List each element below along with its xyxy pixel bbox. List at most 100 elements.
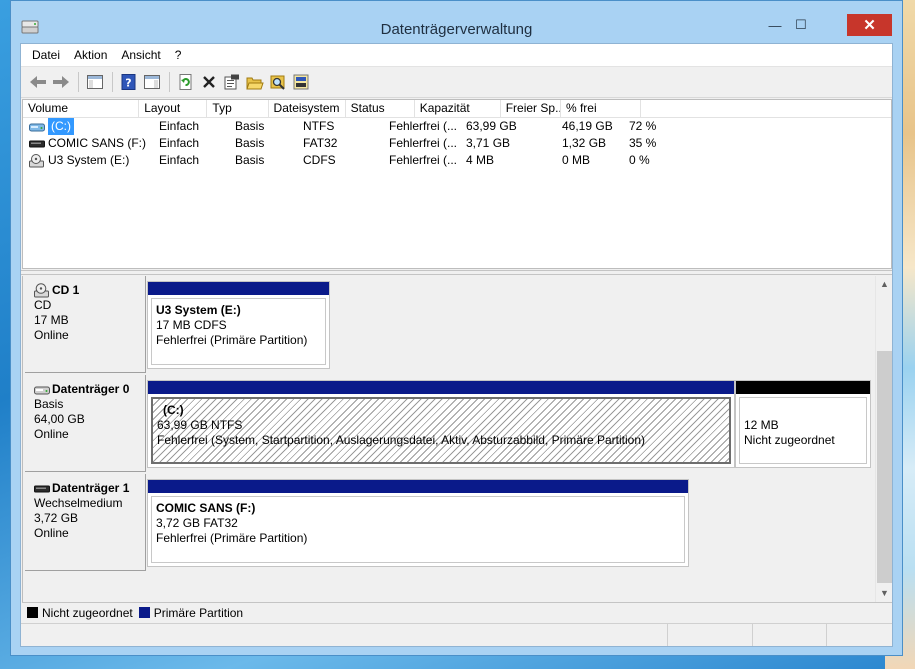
typ-cell: Basis bbox=[235, 153, 265, 167]
typ-cell: Basis bbox=[235, 119, 265, 133]
disk-name: Datenträger 0 bbox=[52, 382, 130, 396]
disk-row-cd1: CD 1 CD 17 MB Online U3 System (E:) 17 M… bbox=[23, 276, 876, 374]
typ-cell: Basis bbox=[235, 136, 265, 150]
disk-type: Basis bbox=[34, 397, 64, 411]
partition-title: U3 System (E:) bbox=[156, 303, 241, 317]
scroll-up-icon[interactable]: ▲ bbox=[876, 276, 893, 293]
help-icon[interactable]: ? bbox=[118, 71, 140, 93]
title-bar[interactable]: Datenträgerverwaltung — ☐ ✕ bbox=[11, 1, 902, 41]
partition-info: 12 MB bbox=[744, 418, 779, 432]
partition-u3-system[interactable]: U3 System (E:) 17 MB CDFS Fehlerfrei (Pr… bbox=[147, 281, 330, 369]
refresh-icon[interactable] bbox=[175, 71, 197, 93]
disk-size: 3,72 GB bbox=[34, 511, 79, 525]
disk-label-disk1[interactable]: Datenträger 1 Wechselmedium 3,72 GB Onli… bbox=[25, 474, 146, 571]
status-cell: Fehlerfrei (... bbox=[389, 119, 458, 133]
show-hide-action-pane-icon[interactable] bbox=[141, 71, 163, 93]
properties-icon[interactable] bbox=[221, 71, 243, 93]
column-volume[interactable]: Volume bbox=[23, 100, 140, 118]
partition-status: Fehlerfrei (System, Startpartition, Ausl… bbox=[157, 433, 645, 447]
disk-settings-icon[interactable] bbox=[290, 71, 312, 93]
cd-drive-icon bbox=[29, 153, 44, 167]
menu-help[interactable]: ? bbox=[168, 44, 189, 67]
column-layout[interactable]: Layout bbox=[139, 100, 208, 118]
status-cell bbox=[668, 624, 753, 646]
explore-icon[interactable] bbox=[267, 71, 289, 93]
partition-body: 12 MB Nicht zugeordnet bbox=[739, 397, 867, 464]
disk-size: 17 MB bbox=[34, 313, 69, 327]
partition-comic-sans[interactable]: COMIC SANS (F:) 3,72 GB FAT32 Fehlerfrei… bbox=[147, 479, 689, 567]
column-kapazitaet[interactable]: Kapazität bbox=[415, 100, 501, 118]
volume-name: (C:) bbox=[48, 118, 74, 135]
disk-state: Online bbox=[34, 526, 69, 540]
open-icon[interactable] bbox=[244, 71, 266, 93]
forward-icon[interactable] bbox=[50, 71, 72, 93]
hard-disk-icon bbox=[34, 386, 50, 394]
column-empty bbox=[641, 100, 891, 118]
table-row[interactable]: (C:) Einfach Basis NTFS Fehlerfrei (... … bbox=[23, 118, 891, 135]
column-status[interactable]: Status bbox=[346, 100, 415, 118]
volume-list-header: Volume Layout Typ Dateisystem Status Kap… bbox=[23, 100, 891, 118]
disk-label-disk0[interactable]: Datenträger 0 Basis 64,00 GB Online bbox=[25, 375, 146, 472]
menu-aktion[interactable]: Aktion bbox=[67, 44, 114, 67]
freier-speicher-cell: 46,19 GB bbox=[562, 119, 613, 133]
primary-partition-bar bbox=[148, 480, 688, 493]
removable-disk-icon bbox=[34, 485, 50, 492]
freier-speicher-cell: 1,32 GB bbox=[562, 136, 607, 150]
column-dateisystem[interactable]: Dateisystem bbox=[269, 100, 346, 118]
partition-status: Nicht zugeordnet bbox=[744, 433, 835, 447]
scroll-thumb[interactable] bbox=[877, 351, 892, 583]
volume-name: U3 System (E:) bbox=[48, 153, 130, 167]
removable-disk-icon bbox=[29, 140, 45, 147]
partition-info: 3,72 GB FAT32 bbox=[156, 516, 238, 530]
partition-unallocated[interactable]: 12 MB Nicht zugeordnet bbox=[735, 380, 871, 468]
prozent-frei-cell: 0 % bbox=[629, 153, 650, 167]
column-typ[interactable]: Typ bbox=[207, 100, 269, 118]
disk-title: CD 1 bbox=[34, 283, 145, 298]
table-row[interactable]: U3 System (E:) Einfach Basis CDFS Fehler… bbox=[23, 152, 891, 169]
status-cell-main bbox=[21, 624, 668, 646]
back-icon[interactable] bbox=[27, 71, 49, 93]
primary-partition-bar bbox=[148, 381, 734, 394]
column-freier-speicher[interactable]: Freier Sp... bbox=[501, 100, 561, 118]
status-cell bbox=[827, 624, 892, 646]
disk-title: Datenträger 1 bbox=[34, 481, 145, 496]
legend: Nicht zugeordnet Primäre Partition bbox=[22, 602, 892, 622]
dateisystem-cell: NTFS bbox=[303, 119, 335, 133]
disk-type: Wechselmedium bbox=[34, 496, 123, 510]
partition-status: Fehlerfrei (Primäre Partition) bbox=[156, 333, 308, 347]
column-prozent-frei[interactable]: % frei bbox=[561, 100, 641, 118]
partition-info: 17 MB CDFS bbox=[156, 318, 227, 332]
layout-cell: Einfach bbox=[159, 119, 200, 133]
partition-body: COMIC SANS (F:) 3,72 GB FAT32 Fehlerfrei… bbox=[151, 496, 685, 563]
menu-datei[interactable]: Datei bbox=[25, 44, 67, 67]
legend-swatch-primary bbox=[138, 607, 150, 618]
menu-ansicht[interactable]: Ansicht bbox=[114, 44, 167, 67]
volume-name: COMIC SANS (F:) bbox=[48, 136, 146, 150]
layout-cell: Einfach bbox=[159, 136, 200, 150]
prozent-frei-cell: 35 % bbox=[629, 136, 657, 150]
disk-state: Online bbox=[34, 427, 69, 441]
table-row[interactable]: COMIC SANS (F:) Einfach Basis FAT32 Fehl… bbox=[23, 135, 891, 152]
scroll-down-icon[interactable]: ▼ bbox=[876, 585, 893, 602]
disk-state: Online bbox=[34, 328, 69, 342]
volume-cell[interactable]: COMIC SANS (F:) bbox=[23, 135, 153, 152]
close-button[interactable]: ✕ bbox=[847, 14, 892, 36]
unallocated-bar bbox=[736, 381, 870, 394]
legend-swatch-unallocated bbox=[27, 607, 38, 618]
legend-unallocated: Nicht zugeordnet bbox=[27, 606, 133, 620]
disk-label-cd1[interactable]: CD 1 CD 17 MB Online bbox=[25, 276, 146, 373]
vertical-scrollbar[interactable]: ▲ ▼ bbox=[875, 276, 892, 602]
partition-info: 63,99 GB NTFS bbox=[157, 418, 243, 432]
partition-title: COMIC SANS (F:) bbox=[156, 501, 256, 515]
partition-body-selected: (C:) 63,99 GB NTFS Fehlerfrei (System, S… bbox=[151, 397, 731, 464]
show-hide-console-tree-icon[interactable] bbox=[84, 71, 106, 93]
partition-status: Fehlerfrei (Primäre Partition) bbox=[156, 531, 308, 545]
status-cell: Fehlerfrei (... bbox=[389, 153, 458, 167]
pane-splitter[interactable] bbox=[21, 270, 892, 275]
maximize-button[interactable]: ☐ bbox=[786, 14, 816, 36]
delete-icon[interactable] bbox=[198, 71, 220, 93]
volume-cell[interactable]: (C:) bbox=[23, 118, 153, 135]
toolbar-separator bbox=[169, 72, 170, 92]
partition-c[interactable]: (C:) 63,99 GB NTFS Fehlerfrei (System, S… bbox=[147, 380, 735, 468]
volume-cell[interactable]: U3 System (E:) bbox=[23, 152, 153, 169]
